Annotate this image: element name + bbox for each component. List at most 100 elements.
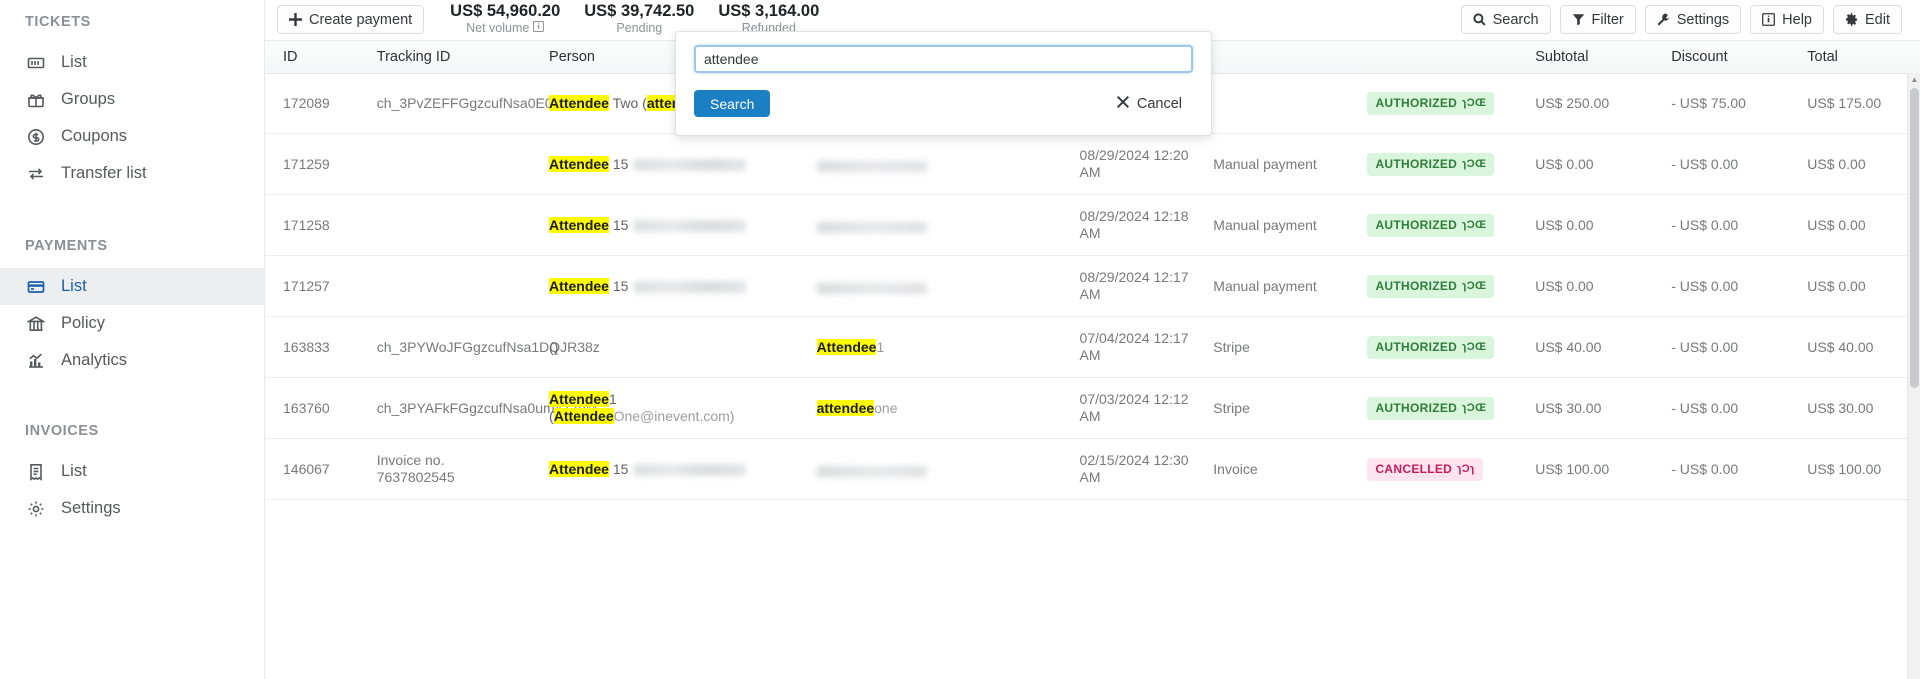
close-icon [1116, 95, 1129, 112]
stat-value: US$ 39,742.50 [584, 2, 695, 20]
cell-discount: - US$ 0.00 [1659, 255, 1796, 317]
status-badge-icon: ɿƆŒ [1462, 218, 1487, 231]
table-row[interactable]: 163760 ch_3PYAFkFGgzcufNsa0um4ZzeM Attende… [265, 377, 1920, 439]
cell-discount: - US$ 0.00 [1659, 194, 1796, 256]
search-button[interactable]: Search [1460, 5, 1551, 34]
sidebar-section-tickets: TICKETS List Groups Coupons Transfer lis… [0, 14, 264, 192]
sidebar-item-tickets-groups[interactable]: Groups [0, 81, 264, 118]
cell-id: 171257 [265, 255, 365, 317]
sidebar-item-label: Analytics [61, 351, 128, 369]
cell-person: Attendee 15 [537, 133, 805, 195]
cell-method: Manual payment [1201, 133, 1356, 195]
cell-id: 171258 [265, 194, 365, 256]
cell-email: attendeeone [804, 377, 1068, 439]
filter-button[interactable]: Filter [1559, 5, 1636, 34]
help-button[interactable]: Help [1750, 5, 1824, 34]
status-badge-label: AUTHORIZED [1375, 96, 1458, 110]
table-row[interactable]: 146067 Invoice no. 7637802545 Attendee 15 0… [265, 438, 1920, 500]
sidebar-item-label: Groups [61, 90, 116, 108]
column-header-status[interactable] [1355, 40, 1524, 74]
sidebar-item-label: Settings [61, 499, 121, 517]
filter-button-label: Filter [1591, 11, 1624, 28]
cell-person: Attendee 15 [537, 438, 805, 500]
table-row[interactable]: 171259 Attendee 15 08/29/2024 12:20 AM Manu… [265, 133, 1920, 195]
status-badge: AUTHORIZED ɿƆŒ [1367, 396, 1495, 420]
cell-id: 163833 [265, 316, 365, 378]
vertical-scrollbar[interactable]: ▲ ▼ [1907, 73, 1920, 679]
sidebar-item-invoices-settings[interactable]: Settings [0, 490, 264, 527]
sidebar-item-payments-policy[interactable]: Policy [0, 305, 264, 342]
table-row[interactable]: 171258 Attendee 15 08/29/2024 12:18 AM Manu… [265, 194, 1920, 256]
scroll-up-icon[interactable]: ▲ [1908, 73, 1920, 86]
search-submit-button[interactable]: Search [694, 90, 771, 117]
table-row[interactable]: 163833 ch_3PYWoJFGgzcufNsa1DQJR38z() Atten… [265, 316, 1920, 378]
cell-status: AUTHORIZED ɿƆŒ [1355, 377, 1524, 439]
sidebar-item-invoices-list[interactable]: List [0, 453, 264, 490]
cell-method: Stripe [1201, 377, 1356, 439]
settings-button[interactable]: Settings [1644, 5, 1742, 34]
stat-value: US$ 54,960.20 [450, 2, 561, 20]
app-root: TICKETS List Groups Coupons Transfer lis… [0, 0, 1920, 679]
cell-subtotal: US$ 40.00 [1523, 316, 1660, 378]
search-popover: Search Cancel [675, 31, 1212, 136]
cell-tracking: ch_3PYAFkFGgzcufNsa0um4ZzeM [364, 377, 597, 439]
sidebar-item-label: Policy [61, 314, 106, 332]
stat-label: Net volume [450, 21, 560, 36]
info-icon[interactable] [533, 21, 545, 36]
stat-net-volume: US$ 54,960.20 Net volume [438, 3, 572, 36]
cell-status: AUTHORIZED ɿƆŒ [1355, 133, 1524, 195]
cell-email: Attendee1 [804, 316, 1068, 378]
search-button-label: Search [1492, 11, 1539, 28]
sidebar-item-tickets-transfer-list[interactable]: Transfer list [0, 155, 264, 192]
credit-card-icon [26, 277, 46, 297]
sidebar-item-label: List [61, 462, 87, 480]
cell-person: Attendee1 (AttendeeOne@inevent.com) [537, 377, 805, 439]
status-badge: CANCELLED ɿƆɿ [1367, 457, 1483, 481]
column-header-id[interactable]: ID [265, 40, 365, 74]
cell-total: US$ 0.00 [1795, 255, 1920, 317]
search-input[interactable] [694, 45, 1193, 73]
cell-subtotal: US$ 30.00 [1523, 377, 1660, 439]
cell-tracking: ch_3PYWoJFGgzcufNsa1DQJR38z [364, 316, 600, 378]
cell-subtotal: US$ 0.00 [1523, 255, 1660, 317]
info-icon [1762, 13, 1776, 26]
status-badge-icon: ɿƆŒ [1462, 401, 1487, 414]
coupon-icon [26, 127, 46, 147]
sidebar-section-title-payments: PAYMENTS [25, 238, 108, 254]
cell-discount: - US$ 0.00 [1659, 438, 1796, 500]
ticket-icon [26, 53, 46, 73]
cell-tracking [364, 194, 538, 256]
search-cancel-button[interactable]: Cancel [1105, 90, 1193, 117]
sidebar-item-tickets-coupons[interactable]: Coupons [0, 118, 264, 155]
create-payment-button[interactable]: Create payment [277, 5, 425, 34]
cell-id: 172089 [265, 73, 365, 134]
cell-email [804, 255, 1068, 317]
cell-discount: - US$ 0.00 [1659, 377, 1796, 439]
cell-person: Attendee 15 [537, 194, 805, 256]
sidebar-item-payments-list[interactable]: List [0, 268, 264, 305]
cell-subtotal: US$ 0.00 [1523, 194, 1660, 256]
cell-tracking: Invoice no. 7637802545 [364, 438, 538, 500]
table-row[interactable]: 171257 Attendee 15 08/29/2024 12:17 AM Manu… [265, 255, 1920, 317]
sidebar-item-label: List [61, 277, 87, 295]
cell-total: US$ 100.00 [1795, 438, 1920, 500]
cell-status: AUTHORIZED ɿƆŒ [1355, 194, 1524, 256]
cell-status: AUTHORIZED ɿƆŒ [1355, 255, 1524, 317]
sidebar-item-tickets-list[interactable]: List [0, 44, 264, 81]
column-header-tracking[interactable]: Tracking ID [364, 40, 538, 74]
sidebar-section-invoices: INVOICES List Settings [0, 423, 264, 527]
cell-discount: - US$ 0.00 [1659, 316, 1796, 378]
column-header-method[interactable] [1201, 40, 1356, 74]
cell-method: Manual payment [1201, 194, 1356, 256]
cell-method: Stripe [1201, 316, 1356, 378]
sidebar-section-payments: PAYMENTS List Policy Analytics [0, 238, 264, 379]
edit-button[interactable]: Edit [1833, 5, 1902, 34]
column-header-subtotal[interactable]: Subtotal [1523, 40, 1660, 74]
column-header-discount[interactable]: Discount [1659, 40, 1796, 74]
sidebar-item-payments-analytics[interactable]: Analytics [0, 342, 264, 379]
status-badge-label: CANCELLED [1375, 461, 1453, 476]
cell-tracking: ch_3PvZEFFGgzcufNsa0E0ynzm5 [364, 73, 594, 134]
scrollbar-thumb[interactable] [1910, 88, 1919, 388]
cell-tracking [364, 133, 538, 195]
column-header-total[interactable]: Total [1795, 40, 1920, 74]
